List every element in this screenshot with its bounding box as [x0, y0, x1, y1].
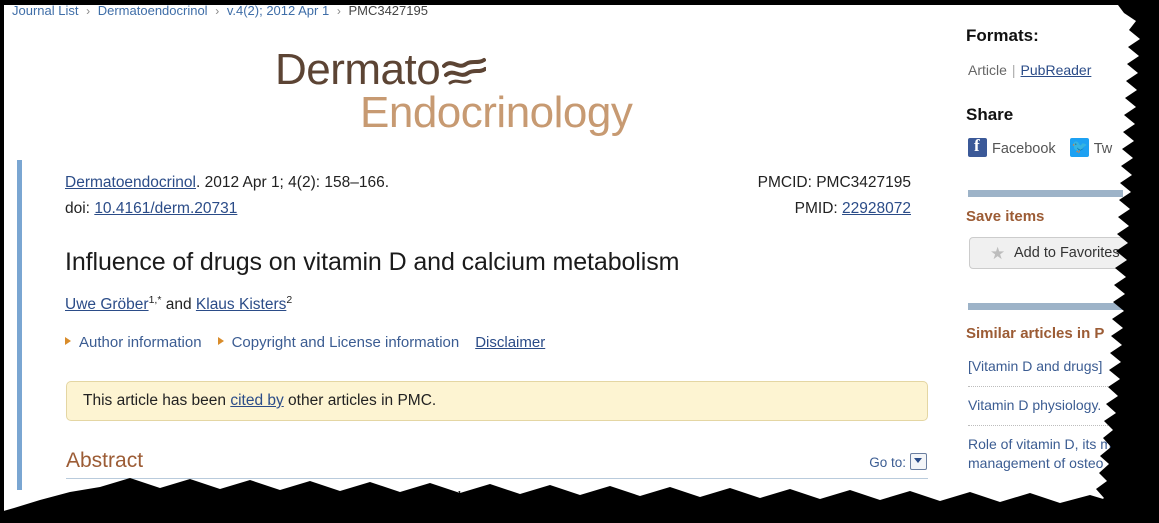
citation-block: Dermatoendocrinol. 2012 Apr 1; 4(2): 158… [65, 170, 389, 222]
breadcrumb-separator-icon: › [336, 4, 341, 18]
breadcrumb-item-volume[interactable]: v.4(2); 2012 Apr 1 [227, 3, 329, 18]
add-to-favorites-label: Add to Favorites [1014, 245, 1120, 261]
author-affiliation-marker: 2 [286, 294, 293, 306]
cited-by-link[interactable]: cited by [230, 392, 283, 409]
pmcid-label: PMCID: [757, 174, 812, 191]
cited-by-notice: This article has been cited by other art… [66, 381, 928, 421]
journal-logo-dermato: Dermato [275, 45, 441, 94]
author-affiliation-marker: 1,* [148, 294, 162, 306]
sidebar-divider [968, 190, 1123, 197]
breadcrumb-separator-icon: › [86, 4, 91, 18]
author-information-toggle[interactable]: Author information [79, 334, 202, 351]
goto-label: Go to: [869, 455, 906, 470]
doi-link[interactable]: 10.4161/derm.20731 [94, 200, 237, 217]
cited-by-text-after: other articles in PMC. [283, 392, 437, 409]
journal-logo-endocrinology: Endocrinology [360, 88, 633, 137]
breadcrumb-separator-icon: › [215, 4, 220, 18]
list-item[interactable]: Vitamin D physiology. [968, 386, 1156, 425]
author-conjunction: and [165, 296, 192, 314]
journal-tab-bar [17, 160, 22, 490]
triangle-right-icon [217, 337, 224, 345]
copyright-information-toggle[interactable]: Copyright and License information [232, 334, 460, 351]
list-item[interactable]: Role of vitamin D, its m management of o… [968, 425, 1156, 483]
author-link-2[interactable]: Klaus Kisters [196, 296, 286, 313]
breadcrumb-item-dermatoendocrinol[interactable]: Dermatoendocrinol [98, 3, 208, 18]
identifier-block: PMCID: PMC3427195 PMID: 22928072 [758, 170, 911, 222]
abstract-divider [66, 478, 928, 479]
format-article-current[interactable]: Article [968, 62, 1007, 78]
format-separator: | [1011, 62, 1016, 78]
pmid-label: PMID: [794, 200, 838, 217]
citation-details: . 2012 Apr 1; 4(2): 158–166. [195, 174, 389, 191]
facebook-label[interactable]: Facebook [992, 141, 1056, 157]
formats-row: Article | PubReader [968, 62, 1091, 78]
citation-line: Dermatoendocrinol. 2012 Apr 1; 4(2): 158… [65, 170, 389, 196]
share-row: Facebook Tw [968, 136, 1113, 157]
pmid-line: PMID: 22928072 [758, 196, 911, 222]
journal-logo: Dermato Endocrinology [275, 46, 695, 136]
twitter-label[interactable]: Tw [1094, 141, 1113, 157]
author-info-row: Author information Copyright and License … [65, 334, 545, 351]
disclaimer-link[interactable]: Disclaimer [475, 334, 545, 351]
torn-left-border [0, 0, 4, 512]
cited-by-text: This article has been cited by other art… [83, 392, 436, 410]
abstract-first-line: t interaction n drug and vitamin D has a… [66, 489, 515, 506]
similar-articles-heading: Similar articles in P [966, 325, 1105, 342]
abstract-heading: Abstract [66, 449, 144, 472]
citation-journal-link[interactable]: Dermatoendocrinol [65, 174, 196, 191]
triangle-right-icon [65, 337, 71, 345]
breadcrumb-item-journal-list[interactable]: Journal List [12, 3, 78, 18]
chevron-down-icon[interactable] [910, 453, 927, 470]
author-list: Uwe Gröber1,* and Klaus Kisters2 [65, 294, 292, 314]
add-to-favorites-button[interactable]: ★ Add to Favorites [969, 237, 1129, 269]
formats-heading: Formats: [966, 26, 1039, 45]
doi-label: doi: [65, 200, 90, 217]
similar-articles-list: [Vitamin D and drugs] Vitamin D physiolo… [968, 348, 1156, 483]
breadcrumb-item-current: PMC3427195 [348, 3, 428, 18]
pmcid-value: PMC3427195 [816, 174, 911, 191]
pmcid-line: PMCID: PMC3427195 [758, 170, 911, 196]
facebook-icon[interactable] [968, 136, 987, 157]
twitter-icon[interactable] [1069, 138, 1089, 157]
share-heading: Share [966, 105, 1014, 124]
pmid-link[interactable]: 22928072 [842, 200, 911, 217]
author-link-1[interactable]: Uwe Gröber [65, 296, 149, 313]
breadcrumb: Journal List › Dermatoendocrinol › v.4(2… [12, 3, 428, 18]
star-icon: ★ [990, 244, 1006, 263]
article-page: Journal List › Dermatoendocrinol › v.4(2… [0, 0, 1159, 523]
goto-control[interactable]: Go to: [869, 453, 927, 470]
doi-line: doi: 10.4161/derm.20731 [65, 196, 389, 222]
cited-by-text-before: This article has been [83, 392, 231, 409]
save-items-heading: Save items [966, 208, 1045, 225]
list-item[interactable]: [Vitamin D and drugs] [968, 348, 1156, 386]
page-title: Influence of drugs on vitamin D and calc… [65, 248, 680, 276]
sidebar-divider [968, 303, 1123, 310]
format-pubreader-link[interactable]: PubReader [1021, 62, 1092, 78]
